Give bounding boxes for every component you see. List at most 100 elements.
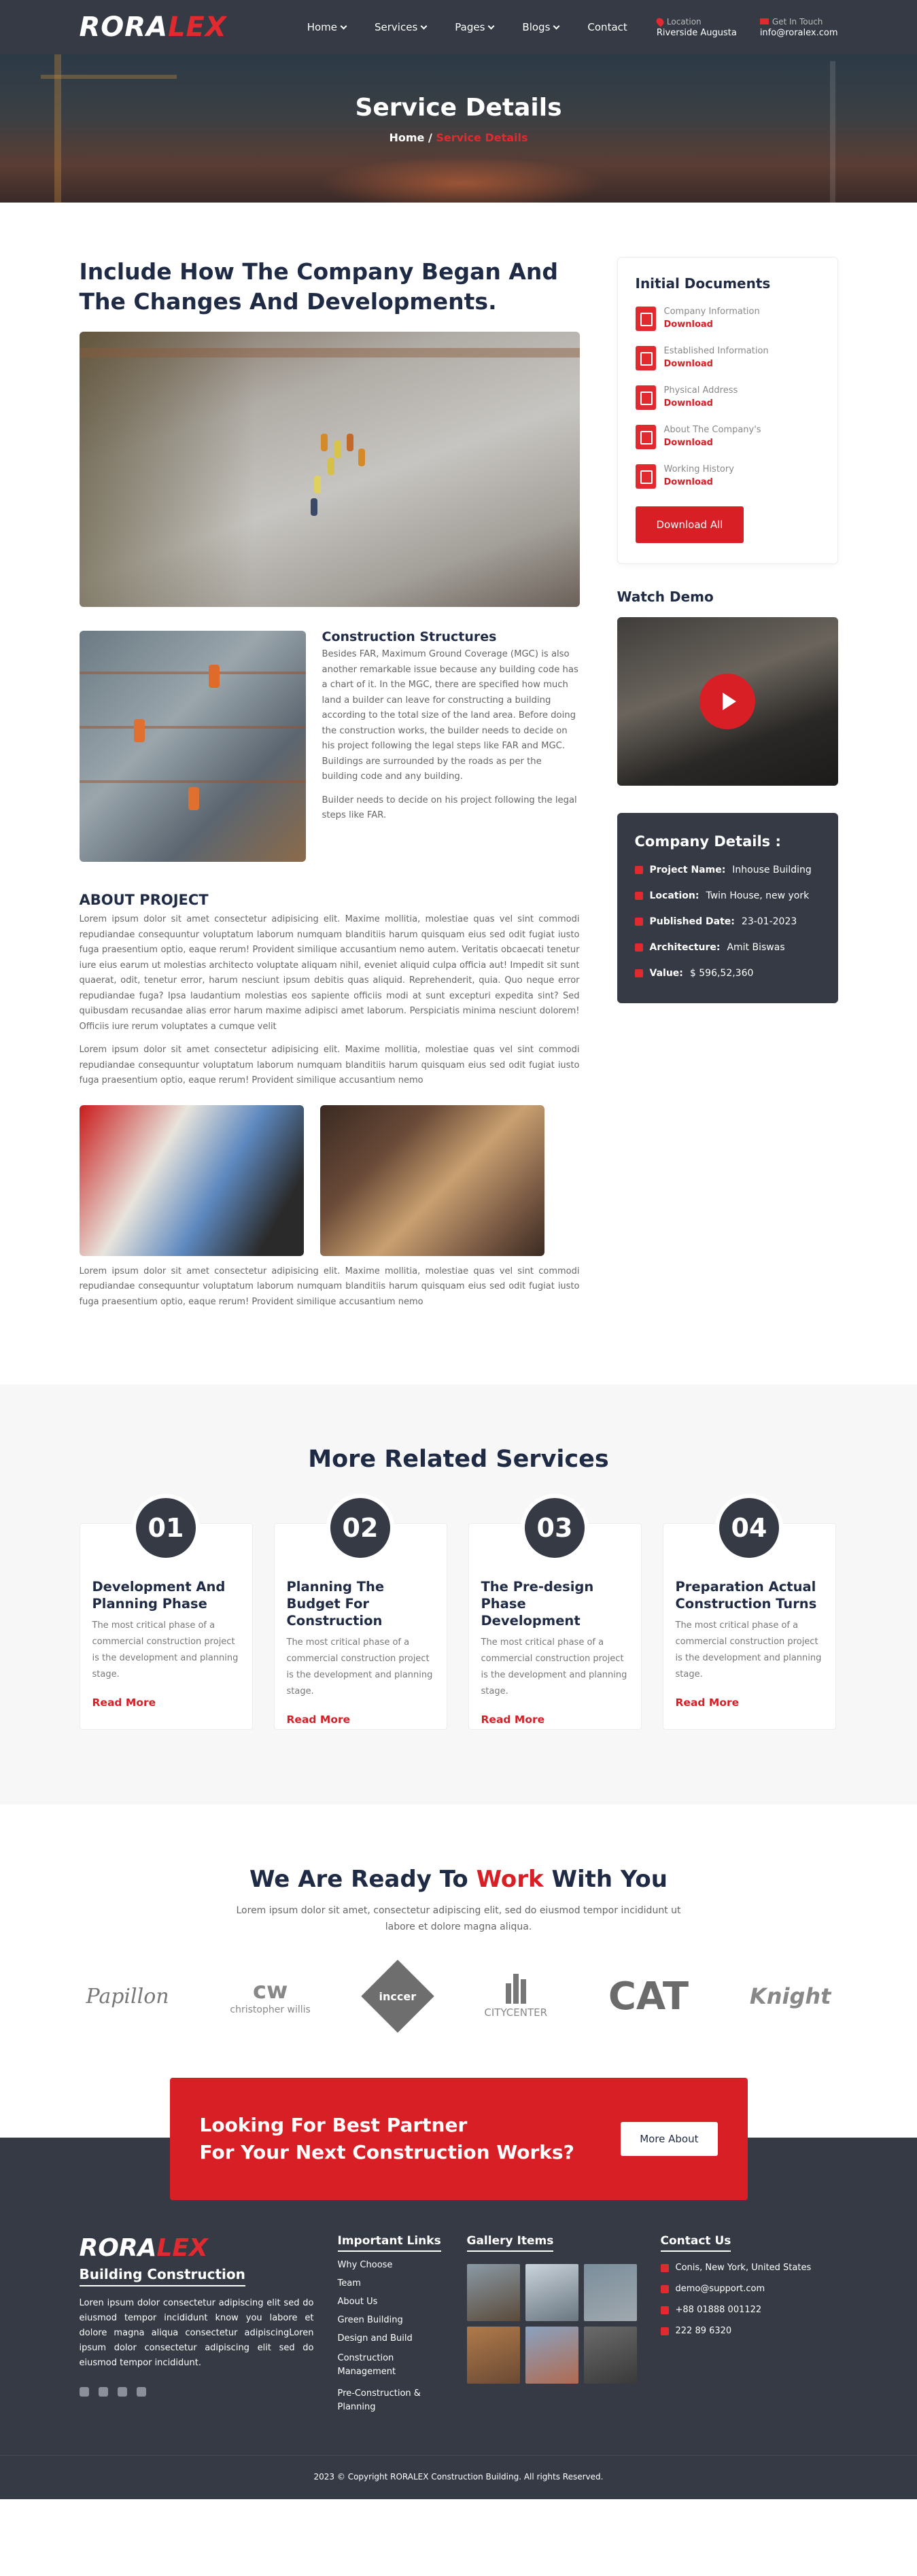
contact-value[interactable]: demo@support.com	[676, 2284, 765, 2294]
company-details-card: Company Details : Project Name: Inhouse B…	[617, 813, 838, 1003]
dollar-icon	[634, 969, 643, 977]
section-text: Lorem ipsum dolor sit amet consectetur a…	[79, 1266, 580, 1307]
contact-row: 222 89 6320	[660, 2326, 812, 2336]
read-more-link[interactable]: Read More	[287, 1713, 434, 1726]
gallery-thumb[interactable]	[466, 2264, 520, 2321]
facebook-icon[interactable]	[79, 2387, 89, 2397]
photo-rebar	[79, 780, 306, 783]
document-item: Working History Download	[635, 464, 820, 489]
page-title: Service Details	[355, 94, 562, 122]
footer-contact: Contact Us Conis, New York, United State…	[660, 2234, 812, 2414]
nav-services[interactable]: Services	[375, 21, 428, 33]
linkedin-icon[interactable]	[136, 2387, 146, 2397]
document-title: Company Information	[663, 307, 760, 317]
footer-tagline: Building Construction	[79, 2266, 245, 2286]
chevron-down-icon	[553, 22, 560, 29]
worker-figure	[188, 787, 199, 810]
footer-heading: Gallery Items	[466, 2234, 554, 2252]
location-pin-icon	[634, 892, 643, 900]
partner-logo-papillon: Papillon	[86, 1984, 169, 2008]
nav-contact[interactable]: Contact	[587, 21, 627, 33]
email-link[interactable]: info@roralex.com	[760, 28, 838, 38]
partner-logo-cat: CAT	[608, 1974, 689, 2019]
main-content: Include How The Company Began And The Ch…	[79, 203, 838, 1310]
footer-links: Important Links Why Choose Team About Us…	[337, 2234, 467, 2414]
document-item: About The Company's Download	[635, 425, 820, 449]
partner-logo-christopher-willis: cw christopher willis	[230, 1977, 310, 2015]
service-card: 03 The Pre-design Phase Development The mo…	[468, 1494, 642, 1730]
nav-pages[interactable]: Pages	[455, 21, 495, 33]
gallery-thumb[interactable]	[583, 2327, 637, 2384]
section-heading: More Related Services	[308, 1446, 609, 1473]
detail-key: Value:	[649, 968, 683, 979]
partner-logos: Papillon cw christopher willis inccer CI…	[80, 1960, 838, 2033]
detail-row: Location: Twin House, new york	[634, 890, 820, 901]
location-pin-icon	[655, 16, 665, 27]
section-title: Construction Structures	[322, 629, 497, 644]
cta-band: Looking For Best Partner For Your Next Co…	[0, 2078, 917, 2214]
cta-heading: Looking For Best Partner For Your Next Co…	[200, 2112, 574, 2166]
footer-link[interactable]: Green Building	[338, 2315, 467, 2325]
gallery-thumb[interactable]	[525, 2327, 578, 2384]
contact-value: Conis, New York, United States	[675, 2263, 812, 2273]
section-subtitle: Lorem ipsum dolor sit amet, consectetur …	[236, 1905, 681, 1932]
page-banner: Service Details Home / Service Details	[0, 54, 917, 203]
worker-figure	[320, 434, 328, 451]
footer-link[interactable]: Why Choose	[338, 2260, 467, 2270]
download-link[interactable]: Download	[664, 438, 761, 448]
section-heading: We Are Ready To Work With You	[80, 1866, 838, 1893]
gallery-thumb[interactable]	[466, 2327, 520, 2384]
service-text: The most critical phase of a commercial …	[92, 1620, 239, 1679]
watch-demo-title: Watch Demo	[617, 589, 714, 605]
carpenter-photo	[319, 1104, 544, 1256]
youtube-icon[interactable]	[117, 2387, 127, 2397]
chevron-down-icon	[340, 22, 347, 29]
document-item: Physical Address Download	[635, 385, 820, 410]
footer-link[interactable]: Construction Management	[338, 2352, 419, 2379]
worker-figure	[327, 457, 334, 475]
download-link[interactable]: Download	[664, 398, 738, 408]
rebar-workers-photo	[79, 631, 306, 862]
heading-part: With You	[543, 1866, 668, 1893]
cw-mark: cw	[252, 1977, 288, 2004]
site-logo[interactable]: RORALEX	[80, 12, 227, 43]
service-text: The most critical phase of a commercial …	[675, 1620, 822, 1679]
document-title: Working History	[663, 464, 734, 474]
contact-value[interactable]: 222 89 6320	[676, 2326, 732, 2336]
footer-link[interactable]: Design and Build	[338, 2333, 467, 2344]
nav-label: Pages	[455, 21, 485, 33]
pdf-icon	[635, 385, 656, 410]
read-more-link[interactable]: Read More	[92, 1696, 240, 1709]
service-number: 04	[715, 1494, 783, 1562]
read-more-link[interactable]: Read More	[676, 1696, 823, 1709]
footer-logo[interactable]: RORALEX	[80, 2234, 314, 2262]
service-text: The most critical phase of a commercial …	[481, 1637, 627, 1696]
nav-home[interactable]: Home	[307, 21, 347, 33]
site-header: RORALEX Home Services Pages Blogs Contac…	[0, 0, 917, 54]
gallery-thumb[interactable]	[525, 2264, 578, 2321]
play-icon[interactable]	[699, 674, 755, 729]
demo-video[interactable]	[617, 617, 838, 786]
chevron-down-icon	[487, 22, 495, 29]
detail-value: 23-01-2023	[741, 916, 797, 927]
detail-row: Architecture: Amit Biswas	[634, 942, 820, 953]
detail-value: $ 596,52,360	[689, 968, 754, 979]
document-title: Established Information	[663, 346, 769, 356]
photo-rebar	[79, 726, 306, 729]
gallery-thumb[interactable]	[583, 2264, 637, 2321]
more-about-button[interactable]: More About	[621, 2122, 718, 2156]
nav-blogs[interactable]: Blogs	[522, 21, 560, 33]
download-link[interactable]: Download	[664, 477, 734, 487]
footer-link[interactable]: Pre-Construction & Planning	[338, 2387, 433, 2414]
download-link[interactable]: Download	[664, 319, 760, 330]
user-icon	[634, 943, 643, 952]
download-all-button[interactable]: Download All	[635, 506, 744, 543]
footer-link[interactable]: Team	[338, 2278, 467, 2288]
contact-value[interactable]: +88 01888 001122	[676, 2305, 762, 2315]
download-link[interactable]: Download	[664, 359, 769, 369]
footer-link[interactable]: About Us	[338, 2297, 467, 2307]
photo-shade	[79, 332, 255, 607]
twitter-icon[interactable]	[98, 2387, 108, 2397]
read-more-link[interactable]: Read More	[481, 1713, 629, 1726]
breadcrumb-home[interactable]: Home	[389, 131, 424, 144]
